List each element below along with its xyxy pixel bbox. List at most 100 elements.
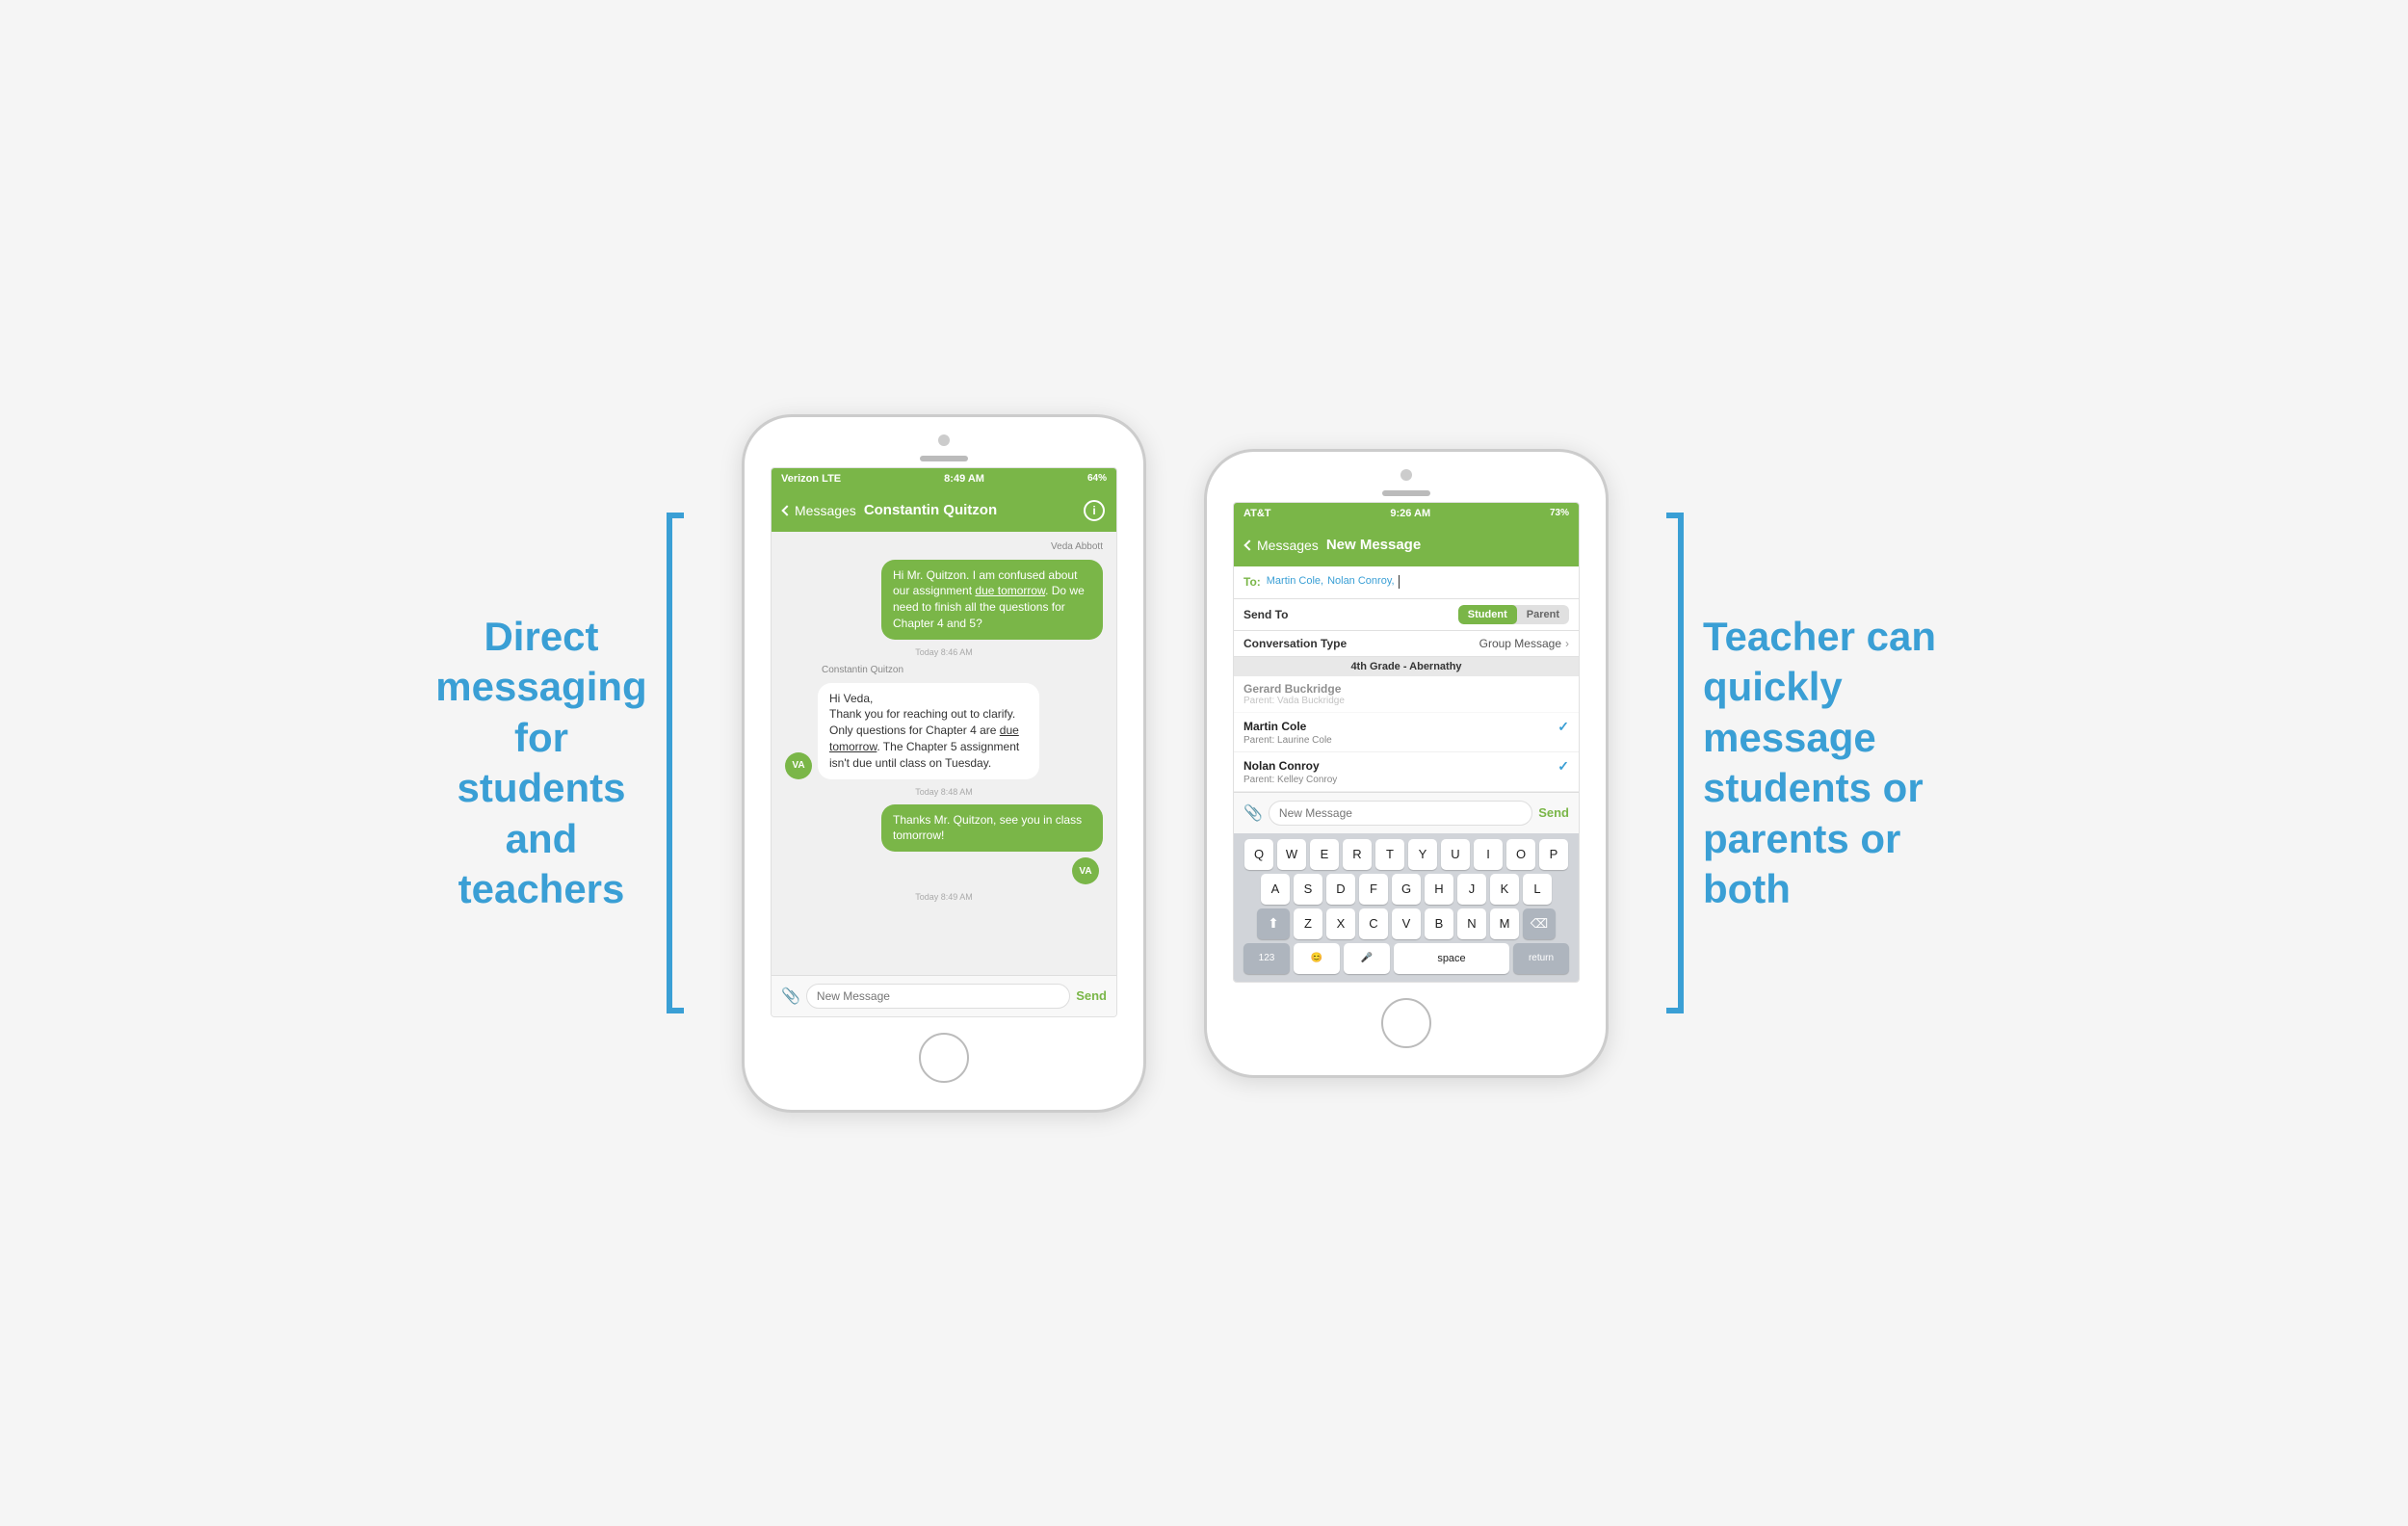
phone-2-time: 9:26 AM: [1390, 508, 1430, 519]
phone-1-back-button[interactable]: Messages: [783, 503, 856, 518]
key-m[interactable]: M: [1490, 908, 1519, 939]
message-3-row: Thanks Mr. Quitzon, see you in class tom…: [785, 804, 1103, 853]
key-123[interactable]: 123: [1243, 943, 1290, 974]
left-bracket: [667, 513, 684, 1013]
keyboard-row-3: ⬆ Z X C V B N M ⌫: [1238, 908, 1575, 939]
key-p[interactable]: P: [1539, 839, 1568, 870]
right-annotation: Teacher can quickly message students or …: [1666, 513, 1973, 1013]
phone-2-back-icon: [1243, 539, 1254, 550]
to-cursor: [1399, 575, 1400, 589]
key-f[interactable]: F: [1359, 874, 1388, 905]
avatar-va: VA: [785, 752, 812, 779]
phone-1-back-label: Messages: [795, 503, 856, 518]
left-annotation-text: Direct messaging for students and teache…: [435, 612, 647, 915]
phone-2-back-label: Messages: [1257, 538, 1319, 553]
contact-2-parent: Parent: Kelley Conroy: [1243, 775, 1569, 785]
key-emoji[interactable]: 😊: [1294, 943, 1340, 974]
phone-1-camera: [938, 434, 950, 446]
phone-2-camera: [1400, 469, 1412, 481]
phone-2-send-button[interactable]: Send: [1538, 805, 1569, 820]
key-space[interactable]: space: [1394, 943, 1509, 974]
key-i[interactable]: I: [1474, 839, 1503, 870]
key-j[interactable]: J: [1457, 874, 1486, 905]
contact-0-name: Gerard Buckridge: [1243, 682, 1569, 696]
key-x[interactable]: X: [1326, 908, 1355, 939]
key-o[interactable]: O: [1506, 839, 1535, 870]
message-2-bubble: Hi Veda, Thank you for reaching out to c…: [818, 683, 1039, 779]
underline-1: due tomorrow: [975, 584, 1045, 597]
message-1-bubble: Hi Mr. Quitzon. I am confused about our …: [881, 560, 1103, 640]
contact-2-checkmark: ✓: [1557, 758, 1569, 775]
conv-type-row[interactable]: Conversation Type Group Message ›: [1234, 631, 1579, 657]
message-1-row: Hi Mr. Quitzon. I am confused about our …: [785, 560, 1103, 640]
key-q[interactable]: Q: [1244, 839, 1273, 870]
phone-1-send-button[interactable]: Send: [1076, 988, 1107, 1003]
phone-1-home-button[interactable]: [919, 1033, 969, 1083]
key-r[interactable]: R: [1343, 839, 1372, 870]
key-backspace[interactable]: ⌫: [1523, 908, 1556, 939]
phone-1-chat-area: Veda Abbott Hi Mr. Quitzon. I am confuse…: [772, 532, 1116, 975]
phone-2-attachment-icon[interactable]: 📎: [1243, 803, 1263, 823]
phone-1-nav[interactable]: Messages Constantin Quitzon i: [772, 489, 1116, 532]
key-shift[interactable]: ⬆: [1257, 908, 1290, 939]
message-3-bubble: Thanks Mr. Quitzon, see you in class tom…: [881, 804, 1103, 853]
phone-1-battery: 64%: [1087, 473, 1107, 484]
key-v[interactable]: V: [1392, 908, 1421, 939]
keyboard[interactable]: Q W E R T Y U I O P A S D F G H: [1234, 833, 1579, 982]
key-z[interactable]: Z: [1294, 908, 1322, 939]
phone-2-message-input[interactable]: [1269, 801, 1532, 826]
phone-2-back-button[interactable]: Messages: [1245, 538, 1319, 553]
phone-1-carrier: Verizon LTE: [781, 473, 841, 485]
key-s[interactable]: S: [1294, 874, 1322, 905]
key-g[interactable]: G: [1392, 874, 1421, 905]
conv-type-label: Conversation Type: [1243, 637, 1479, 650]
phone-1-message-input[interactable]: [806, 984, 1070, 1009]
key-b[interactable]: B: [1425, 908, 1453, 939]
phone-1-info-icon[interactable]: i: [1084, 500, 1105, 521]
timestamp-3: Today 8:49 AM: [785, 892, 1103, 902]
key-mic[interactable]: 🎤: [1344, 943, 1390, 974]
key-k[interactable]: K: [1490, 874, 1519, 905]
phone-2-battery: 73%: [1550, 508, 1569, 518]
contact-1-name: Martin Cole ✓: [1243, 719, 1569, 735]
phone-2-speaker: [1382, 490, 1430, 496]
conv-type-chevron: ›: [1565, 637, 1569, 650]
contact-row-1[interactable]: Martin Cole ✓ Parent: Laurine Cole: [1234, 713, 1579, 752]
key-w[interactable]: W: [1277, 839, 1306, 870]
key-c[interactable]: C: [1359, 908, 1388, 939]
phone-2-screen: AT&T 9:26 AM 73% Messages New Message To…: [1233, 502, 1580, 983]
key-t[interactable]: T: [1375, 839, 1404, 870]
keyboard-row-1: Q W E R T Y U I O P: [1238, 839, 1575, 870]
send-to-label: Send To: [1243, 608, 1458, 621]
key-u[interactable]: U: [1441, 839, 1470, 870]
toggle-student[interactable]: Student: [1458, 605, 1517, 624]
phone-2-home-button[interactable]: [1381, 998, 1431, 1048]
key-l[interactable]: L: [1523, 874, 1552, 905]
contact-row-0[interactable]: Gerard Buckridge Parent: Vada Buckridge: [1234, 676, 1579, 713]
key-n[interactable]: N: [1457, 908, 1486, 939]
key-y[interactable]: Y: [1408, 839, 1437, 870]
phone-2-nav[interactable]: Messages New Message: [1234, 524, 1579, 566]
contact-row-2[interactable]: Nolan Conroy ✓ Parent: Kelley Conroy: [1234, 752, 1579, 792]
phone-1-screen: Verizon LTE 8:49 AM 64% Messages Constan…: [771, 467, 1117, 1017]
send-to-toggle[interactable]: Student Parent: [1458, 605, 1569, 624]
sender-constantin: Constantin Quitzon: [822, 665, 1103, 675]
phone-2-message-bar[interactable]: 📎 Send: [1234, 792, 1579, 833]
to-field-row[interactable]: To: Martin Cole, Nolan Conroy,: [1234, 566, 1579, 599]
timestamp-2: Today 8:48 AM: [785, 787, 1103, 797]
phone-1-message-bar[interactable]: 📎 Send: [772, 975, 1116, 1016]
attachment-icon[interactable]: 📎: [781, 987, 800, 1006]
key-h[interactable]: H: [1425, 874, 1453, 905]
key-return[interactable]: return: [1513, 943, 1569, 974]
conv-type-value[interactable]: Group Message ›: [1479, 637, 1569, 650]
key-a[interactable]: A: [1261, 874, 1290, 905]
to-label: To:: [1243, 575, 1261, 589]
phone-1-time: 8:49 AM: [944, 473, 984, 485]
key-d[interactable]: D: [1326, 874, 1355, 905]
right-bracket: [1666, 513, 1684, 1013]
phone-2-nav-title: New Message: [1326, 537, 1567, 553]
phone-1-back-icon: [781, 505, 792, 515]
key-e[interactable]: E: [1310, 839, 1339, 870]
toggle-parent[interactable]: Parent: [1517, 605, 1569, 624]
recipient-1: Martin Cole,: [1267, 575, 1323, 589]
